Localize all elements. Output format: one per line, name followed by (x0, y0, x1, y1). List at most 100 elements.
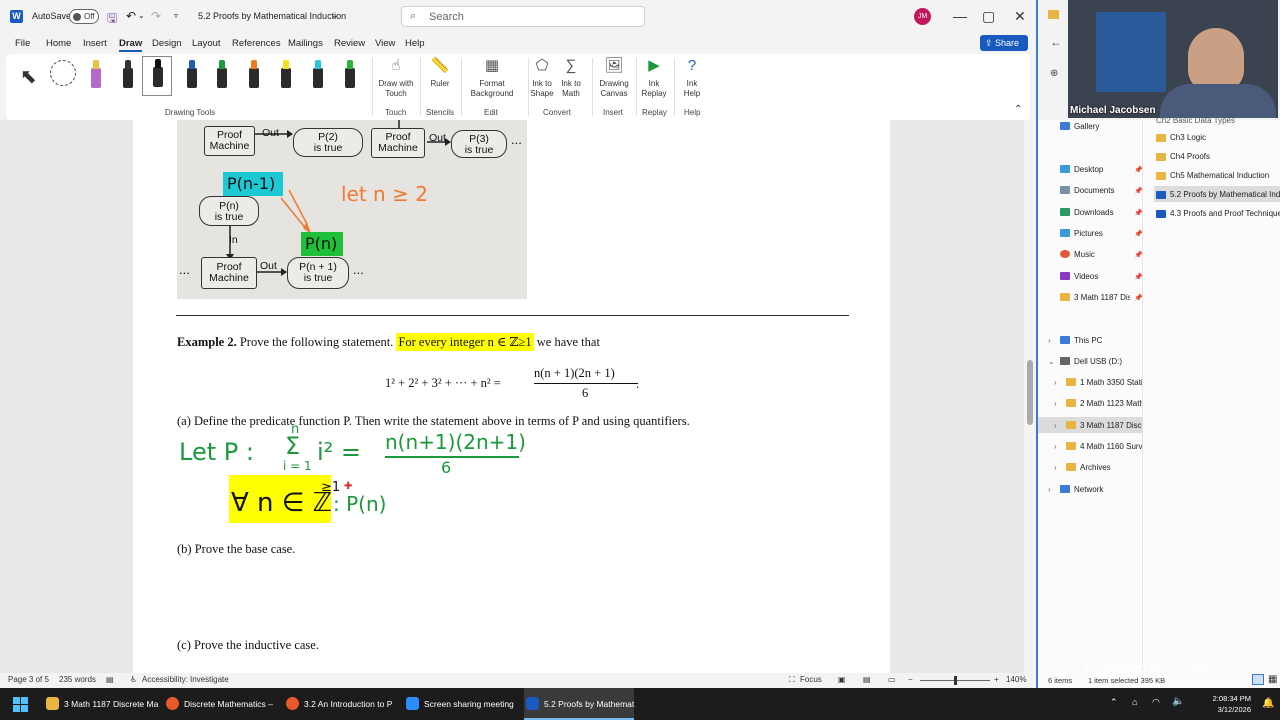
details-view-icon[interactable] (1252, 674, 1264, 685)
autosave-toggle[interactable]: Off (69, 9, 99, 24)
print-layout-icon[interactable]: ▤ (863, 675, 871, 684)
expand-chevron-icon[interactable]: › (1054, 463, 1057, 472)
ink-to-shape-button[interactable]: ⬠ Ink to Shape (530, 56, 554, 99)
tab-help[interactable]: Help (405, 38, 425, 49)
windows-start-icon[interactable] (13, 697, 28, 712)
pen-icon[interactable] (342, 58, 358, 90)
pen-icon[interactable] (278, 58, 294, 90)
ruler-button[interactable]: 📏 Ruler (424, 56, 456, 89)
redo-icon[interactable]: ↷ (151, 9, 161, 23)
focus-button[interactable]: Focus (800, 675, 822, 684)
nav-desktop[interactable]: Desktop (1060, 165, 1103, 174)
nav-folder[interactable]: 1 Math 3350 Statistics (1066, 378, 1142, 387)
taskbar-firefox-2[interactable]: 3.2 An Introduction to P (284, 688, 392, 720)
proofing-icon[interactable]: ▤ (106, 675, 114, 684)
zoom-level[interactable]: 140% (1006, 675, 1026, 684)
ink-to-math-button[interactable]: ∑ Ink to Math (559, 56, 583, 99)
pen-icon[interactable] (88, 58, 104, 90)
close-icon[interactable]: ✕ (1014, 8, 1026, 25)
nav-folder[interactable]: 2 Math 1123 Math (1066, 399, 1142, 408)
lasso-select-icon[interactable] (50, 60, 76, 86)
pen-icon[interactable] (120, 58, 136, 90)
pen-icon[interactable] (246, 58, 262, 90)
nav-folder-selected[interactable]: 3 Math 1187 Discrete (1066, 421, 1142, 430)
zoom-slider-thumb[interactable] (954, 676, 957, 685)
word-count[interactable]: 235 words (59, 675, 96, 684)
expand-chevron-icon[interactable]: › (1054, 442, 1057, 451)
tab-home[interactable]: Home (46, 38, 71, 49)
tab-mailings[interactable]: Mailings (288, 38, 323, 49)
expand-chevron-icon[interactable]: › (1048, 336, 1051, 345)
expand-chevron-icon[interactable]: › (1048, 485, 1051, 494)
wifi-icon[interactable]: ◠ (1152, 697, 1160, 708)
undo-dropdown-icon[interactable]: ⌄ (138, 11, 145, 20)
avatar[interactable]: JM (914, 8, 931, 25)
search-input[interactable]: ⌕ Search (401, 6, 645, 27)
nav-this-pc[interactable]: This PC (1060, 336, 1102, 345)
nav-usb-drive[interactable]: Dell USB (D:) (1060, 357, 1122, 366)
file-item[interactable]: Ch5 Mathematical Induction (1170, 171, 1269, 180)
collapse-chevron-icon[interactable]: ⌄ (1048, 357, 1055, 366)
taskbar-firefox-1[interactable]: Discrete Mathematics – (164, 688, 273, 720)
expand-chevron-icon[interactable]: › (1054, 421, 1057, 430)
nav-network[interactable]: Network (1060, 485, 1103, 494)
file-item[interactable]: Ch4 Proofs (1170, 152, 1210, 161)
tab-review[interactable]: Review (334, 38, 365, 49)
nav-downloads[interactable]: Downloads (1060, 208, 1114, 217)
notification-icon[interactable]: 🔔 (1262, 698, 1274, 709)
nav-folder[interactable]: 4 Math 1160 Survey (1066, 442, 1142, 451)
ink-replay-button[interactable]: ▶ Ink Replay (640, 56, 668, 99)
back-icon[interactable]: ← (1050, 35, 1062, 49)
tab-layout[interactable]: Layout (192, 38, 221, 49)
scrollbar-thumb[interactable] (1027, 360, 1033, 425)
web-layout-icon[interactable]: ▭ (888, 675, 896, 684)
page-count[interactable]: Page 3 of 5 (8, 675, 49, 684)
title-chevron-down-icon[interactable]: ⌄ (331, 10, 339, 21)
taskbar-word[interactable]: 5.2 Proofs by Mathemat (524, 688, 634, 720)
read-mode-icon[interactable]: ▣ (838, 675, 846, 684)
tray-chevron-icon[interactable]: ⌃ (1110, 697, 1118, 708)
tab-insert[interactable]: Insert (83, 38, 107, 49)
nav-math-1187[interactable]: 3 Math 1187 Discrete (1060, 293, 1130, 302)
tab-references[interactable]: References (232, 38, 281, 49)
maximize-icon[interactable]: ▢ (982, 8, 995, 25)
pen-icon[interactable] (142, 56, 172, 96)
accessibility-status[interactable]: Accessibility: Investigate (142, 675, 229, 684)
ink-help-button[interactable]: ? Ink Help (678, 56, 706, 99)
drawing-canvas-button[interactable]: 🖼 Drawing Canvas (596, 56, 632, 99)
pen-icon[interactable] (184, 58, 200, 90)
tab-design[interactable]: Design (152, 38, 182, 49)
network-tray-icon[interactable]: ⌂ (1132, 697, 1137, 707)
pen-icon[interactable] (310, 58, 326, 90)
pen-icon[interactable] (214, 58, 230, 90)
save-icon[interactable]: 🖫 (107, 9, 117, 30)
volume-icon[interactable]: 🔈 (1172, 696, 1184, 707)
undo-icon[interactable]: ↶ (126, 9, 136, 23)
format-background-button[interactable]: ▦ Format Background (464, 56, 520, 99)
tiles-view-icon[interactable]: ▦ (1268, 674, 1277, 685)
share-button[interactable]: ⇪ Share ⌄ (980, 35, 1028, 64)
clock[interactable]: 2:08:34 PM 3/12/2026 (1205, 693, 1251, 715)
nav-videos[interactable]: Videos (1060, 272, 1098, 281)
file-item-selected[interactable]: 5.2 Proofs by Mathematical Induction (1170, 190, 1280, 199)
zoom-out-icon[interactable]: − (908, 675, 913, 684)
nav-folder[interactable]: Archives (1066, 463, 1111, 472)
document-title[interactable]: 5.2 Proofs by Mathematical Induction (198, 11, 346, 21)
expand-chevron-icon[interactable]: › (1054, 399, 1057, 408)
select-cursor-icon[interactable]: ⬉ (20, 64, 37, 89)
collapse-ribbon-icon[interactable]: ⌃ (1014, 104, 1022, 115)
minimize-icon[interactable]: — (953, 8, 967, 24)
vertical-scrollbar[interactable] (1024, 120, 1036, 673)
zoom-in-icon[interactable]: + (994, 675, 999, 684)
taskbar-explorer[interactable]: 3 Math 1187 Discrete Ma (44, 688, 158, 720)
tab-view[interactable]: View (375, 38, 395, 49)
tab-draw[interactable]: Draw (119, 38, 143, 52)
file-item[interactable]: 4.3 Proofs and Proof Techniques (1170, 209, 1280, 218)
nav-documents[interactable]: Documents (1060, 186, 1114, 195)
expand-chevron-icon[interactable]: › (1054, 378, 1057, 387)
tab-file[interactable]: File (15, 38, 30, 49)
customize-qat-icon[interactable]: ▿ (174, 11, 178, 20)
draw-with-touch-button[interactable]: ☝ Draw with Touch (376, 56, 416, 99)
taskbar-zoom[interactable]: Screen sharing meeting (404, 688, 516, 720)
nav-music[interactable]: Music (1060, 250, 1095, 259)
